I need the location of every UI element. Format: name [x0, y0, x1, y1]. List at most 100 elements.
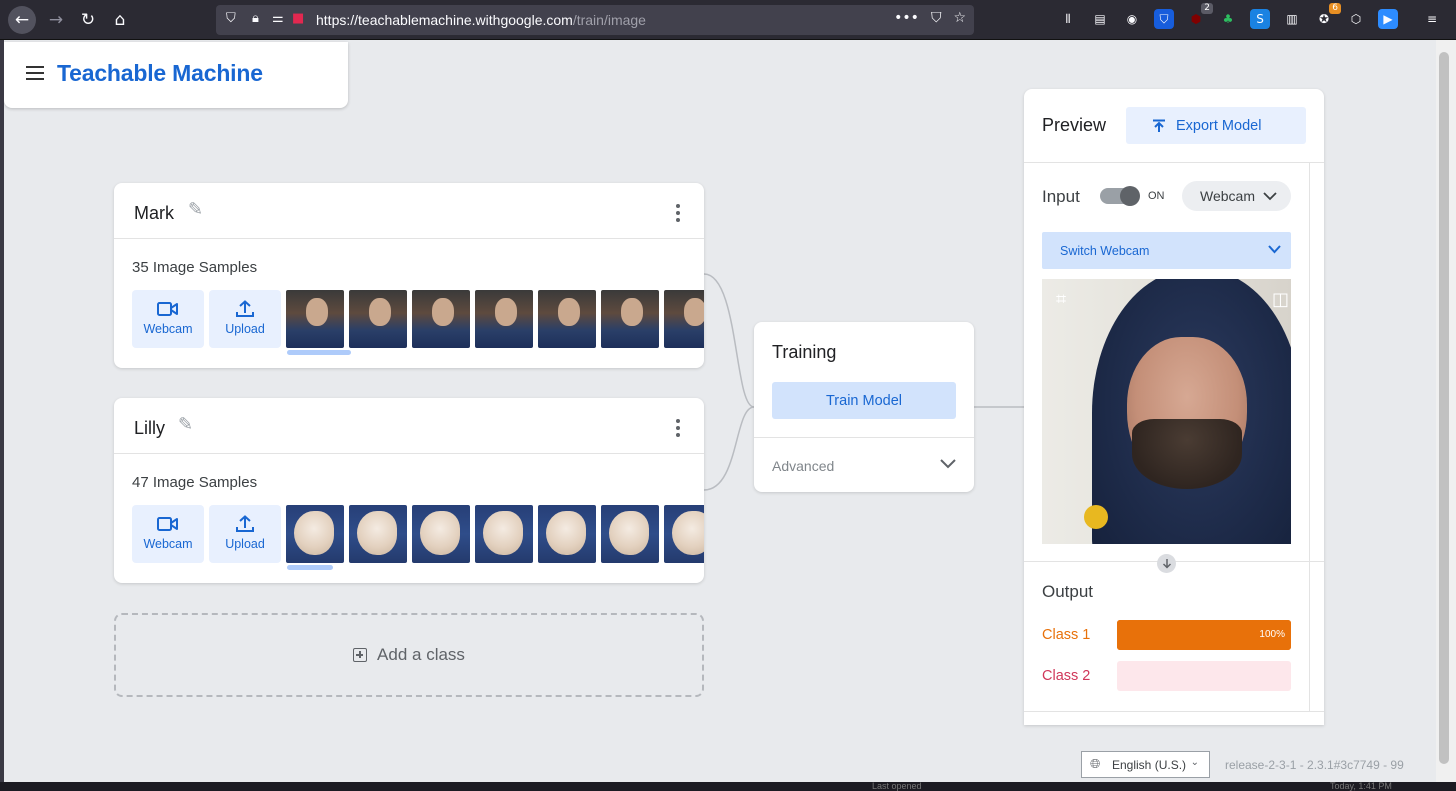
- output-class-label: Class 1: [1042, 627, 1091, 643]
- sample-thumbnails: [286, 505, 704, 563]
- more-options-icon[interactable]: [676, 419, 680, 437]
- sample-thumbnail[interactable]: [475, 505, 533, 563]
- ruler-icon[interactable]: ▥: [1282, 9, 1302, 29]
- webcam-button[interactable]: Webcam: [132, 290, 204, 348]
- export-upload-icon: [1153, 119, 1165, 132]
- arrow-down-icon: [1157, 554, 1176, 573]
- input-label: Input: [1042, 187, 1080, 206]
- camera-sharing-icon[interactable]: ■: [292, 11, 304, 26]
- edit-pencil-icon[interactable]: ✎: [178, 414, 193, 435]
- reload-button[interactable]: ↻: [74, 6, 102, 34]
- language-select[interactable]: 🌐︎ English (U.S.) ⌄: [1081, 751, 1210, 778]
- add-class-button[interactable]: Add a class: [114, 613, 704, 697]
- edit-pencil-icon[interactable]: ✎: [188, 199, 203, 220]
- ext-icon[interactable]: ✪ 6: [1314, 3, 1341, 29]
- sample-thumbnail[interactable]: [412, 505, 470, 563]
- output-class-label: Class 2: [1042, 668, 1091, 684]
- samples-count: 35 Image Samples: [132, 259, 258, 276]
- zoom-icon[interactable]: ▶: [1378, 9, 1398, 29]
- permissions-icon[interactable]: ⚌: [272, 11, 284, 26]
- lock-icon[interactable]: 🔒︎: [252, 11, 259, 26]
- chevron-down-icon: [1268, 245, 1281, 254]
- page-viewport: Teachable Machine Mark ✎ 35 Image Sample…: [4, 40, 1436, 782]
- page-actions-icon[interactable]: •••: [894, 10, 919, 26]
- globe-icon: 🌐︎: [1090, 757, 1101, 772]
- thumbnail-scrollbar[interactable]: [287, 565, 333, 570]
- home-icon: ⌂: [114, 10, 126, 30]
- sample-thumbnail[interactable]: [412, 290, 470, 348]
- cube-icon[interactable]: ⬡: [1346, 9, 1366, 29]
- bitwarden-icon[interactable]: ⛉: [1154, 9, 1174, 29]
- confidence-bar: 100%: [1117, 620, 1291, 650]
- output-label: Output: [1042, 582, 1094, 601]
- export-model-button[interactable]: Export Model: [1126, 107, 1306, 144]
- address-bar[interactable]: ⛉ 🔒︎ ⚌ ■ https://teachablemachine.withgo…: [216, 5, 974, 35]
- ublock-icon[interactable]: ⬢ 2: [1186, 3, 1213, 29]
- url-text: https://teachablemachine.withgoogle.com/…: [316, 12, 646, 28]
- hamburger-menu-icon[interactable]: [26, 66, 44, 80]
- pocket-icon[interactable]: ⛉: [931, 10, 942, 26]
- release-version: release-2-3-1 - 2.3.1#3c7749 - 99: [1225, 758, 1404, 772]
- class-card-mark: Mark ✎ 35 Image Samples Webcam Upload: [114, 183, 704, 368]
- sample-thumbnail[interactable]: [601, 290, 659, 348]
- library-icon[interactable]: ⫴: [1058, 9, 1078, 29]
- sample-thumbnail[interactable]: [349, 505, 407, 563]
- chevron-down-icon[interactable]: [940, 459, 956, 469]
- sample-thumbnail[interactable]: [664, 290, 704, 348]
- taskbar-strip: Last opened Today, 1:41 PM: [0, 782, 1456, 791]
- page-scrollbar-thumb[interactable]: [1439, 52, 1449, 764]
- samples-count: 47 Image Samples: [132, 474, 258, 491]
- upload-icon: [236, 300, 254, 317]
- sample-thumbnail[interactable]: [286, 505, 344, 563]
- s-extension-icon[interactable]: S: [1250, 9, 1270, 29]
- train-model-button[interactable]: Train Model: [772, 382, 956, 419]
- webcam-button[interactable]: Webcam: [132, 505, 204, 563]
- confidence-bar: [1117, 661, 1291, 691]
- class-name[interactable]: Lilly: [134, 418, 165, 439]
- sample-thumbnail[interactable]: [538, 290, 596, 348]
- bookmark-star-icon[interactable]: ☆: [953, 10, 966, 26]
- switch-webcam-select[interactable]: Switch Webcam: [1042, 232, 1291, 269]
- video-camera-icon: [157, 302, 178, 316]
- training-title: Training: [772, 342, 837, 362]
- evernote-icon[interactable]: ♣: [1218, 9, 1238, 29]
- thumbnail-scrollbar[interactable]: [287, 350, 351, 355]
- confidence-bar-fill: 100%: [1117, 620, 1291, 650]
- flip-icon[interactable]: ◫: [1272, 289, 1289, 310]
- preview-panel: Preview Export Model Input ON Webcam Swi…: [1024, 89, 1324, 725]
- confidence-percent: 100%: [1259, 629, 1285, 640]
- sidebar-icon[interactable]: ▤: [1090, 9, 1110, 29]
- toggle-state-label: ON: [1148, 190, 1165, 202]
- forward-button[interactable]: →: [42, 6, 70, 34]
- sample-thumbnail[interactable]: [349, 290, 407, 348]
- upload-button[interactable]: Upload: [209, 290, 281, 348]
- arrow-left-icon: ←: [14, 10, 30, 30]
- arrow-right-icon: →: [48, 10, 64, 30]
- sample-thumbnail[interactable]: [475, 290, 533, 348]
- shield-icon[interactable]: ⛉: [226, 11, 236, 26]
- menu-icon[interactable]: ≡: [1422, 9, 1442, 29]
- account-icon[interactable]: ◉: [1122, 9, 1142, 29]
- crop-icon[interactable]: ⌗: [1056, 289, 1066, 310]
- training-card: Training Train Model Advanced: [754, 322, 974, 492]
- preview-title: Preview: [1042, 115, 1107, 135]
- back-button[interactable]: ←: [8, 6, 36, 34]
- upload-button[interactable]: Upload: [209, 505, 281, 563]
- add-box-icon: [353, 648, 368, 662]
- video-camera-icon: [157, 517, 178, 531]
- input-source-select[interactable]: Webcam: [1182, 181, 1291, 211]
- sample-thumbnail[interactable]: [664, 505, 704, 563]
- browser-toolbar: ← → ↻ ⌂ ⛉ 🔒︎ ⚌ ■ https://teachablemachin…: [0, 0, 1456, 40]
- chevron-down-icon: [1263, 191, 1277, 200]
- home-button[interactable]: ⌂: [106, 6, 134, 34]
- input-toggle-knob[interactable]: [1120, 186, 1140, 206]
- app-title[interactable]: Teachable Machine: [57, 60, 263, 87]
- advanced-toggle[interactable]: Advanced: [772, 458, 834, 474]
- sample-thumbnails: [286, 290, 704, 348]
- class-name[interactable]: Mark: [134, 203, 174, 224]
- sample-thumbnail[interactable]: [538, 505, 596, 563]
- more-options-icon[interactable]: [676, 204, 680, 222]
- sample-thumbnail[interactable]: [601, 505, 659, 563]
- app-header: Teachable Machine: [4, 42, 348, 108]
- sample-thumbnail[interactable]: [286, 290, 344, 348]
